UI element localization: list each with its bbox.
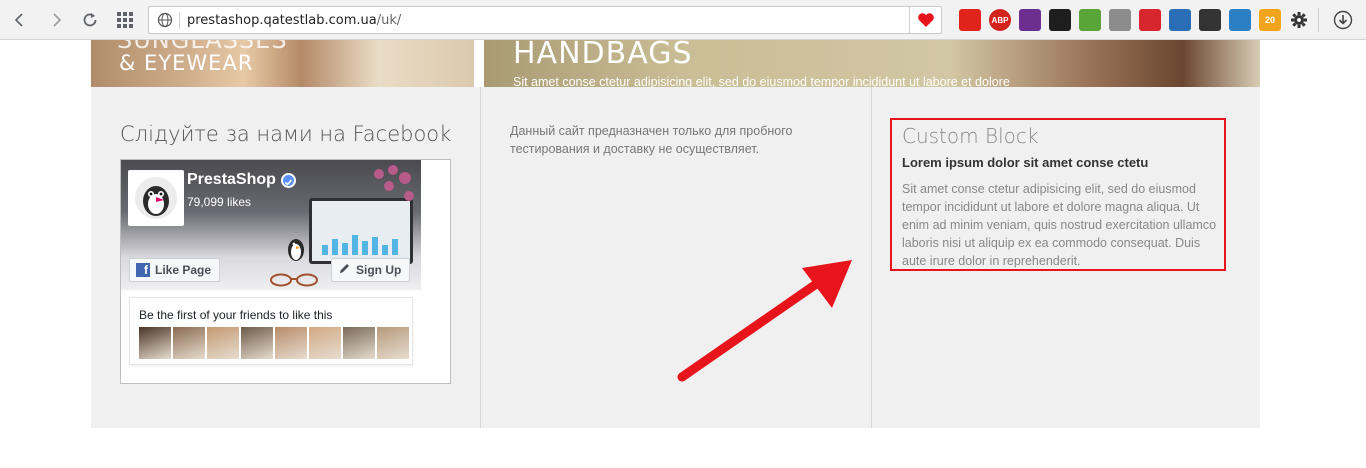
world-extension-icon[interactable] [1109,9,1131,31]
banner-left-subtitle: & EYEWEAR [119,51,254,75]
friend-avatar[interactable] [343,327,375,359]
opera-extension-icon[interactable] [959,9,981,31]
toolbar-divider [1318,8,1319,32]
url-text[interactable]: prestashop.qatestlab.com.ua/uk/ [187,13,401,28]
friend-avatar[interactable] [241,327,273,359]
facebook-heading: Слідуйте за нами на Facebook [120,122,452,146]
address-divider [179,12,180,29]
red-annotation-arrow [677,260,852,382]
like-page-label: Like Page [155,263,212,277]
book-extension-icon[interactable] [1169,9,1191,31]
facebook-cover[interactable]: PrestaShop 79,099 likes f Like Page Sign… [121,160,421,290]
address-bar[interactable]: prestashop.qatestlab.com.ua/uk/ [148,6,942,34]
sign-up-label: Sign Up [356,263,402,277]
custom-block-title: Custom Block [902,124,1039,148]
globe-extension-icon[interactable] [1229,9,1251,31]
footer-divider [871,87,872,428]
reload-icon[interactable] [78,8,102,32]
weather-extension-icon[interactable]: 20 [1259,9,1281,31]
facebook-widget: PrestaShop 79,099 likes f Like Page Sign… [120,159,451,384]
facebook-f-icon: f [136,263,150,277]
gear-icon[interactable] [1287,8,1311,32]
url-host: prestashop.qatestlab.com.ua [187,13,377,28]
download-icon[interactable] [1331,8,1355,32]
custom-block-highlight: Custom Block Lorem ipsum dolor sit amet … [890,118,1226,271]
custom-block-subtitle: Lorem ipsum dolor sit amet conse ctetu [902,155,1149,170]
friend-avatar[interactable] [139,327,171,359]
friends-like-text: Be the first of your friends to like thi… [139,308,333,322]
disclaimer-text: Данный сайт предназначен только для проб… [510,124,793,156]
shield-extension-icon[interactable] [1139,9,1161,31]
flower-decoration-icon [369,164,417,208]
friend-avatar[interactable] [173,327,205,359]
friend-avatar[interactable] [309,327,341,359]
facebook-page-name[interactable]: PrestaShop [187,171,276,189]
notes-extension-icon[interactable] [1049,9,1071,31]
globe-icon[interactable] [157,12,173,28]
friend-avatar[interactable] [377,327,409,359]
sync-extension-icon[interactable] [1079,9,1101,31]
pencil-icon [338,262,351,278]
sign-up-button[interactable]: Sign Up [331,258,411,282]
footer-divider [480,87,481,428]
facebook-friends-box: Be the first of your friends to like thi… [129,297,413,365]
browser-toolbar: prestashop.qatestlab.com.ua/uk/ ABP 20 [0,0,1366,40]
friend-avatar[interactable] [275,327,307,359]
friend-avatar[interactable] [207,327,239,359]
adblock-plus-icon[interactable]: ABP [989,9,1011,31]
back-arrow-icon[interactable] [8,8,32,32]
cross-extension-icon[interactable] [1019,9,1041,31]
heart-icon[interactable] [909,7,941,33]
glasses-icon [269,273,321,287]
url-path: /uk/ [376,13,402,28]
forward-arrow-icon[interactable] [44,8,68,32]
verified-badge-icon [281,173,296,188]
prestashop-logo[interactable] [128,170,184,226]
penguin-mascot-icon [286,236,306,262]
like-page-button[interactable]: f Like Page [129,258,221,282]
banner-right-title: HANDBAGS [513,40,693,71]
facebook-likes-count: 79,099 likes [187,195,252,209]
apps-grid-icon[interactable] [113,8,137,32]
headphones-extension-icon[interactable] [1199,9,1221,31]
custom-block-body: Sit amet conse ctetur adipisicing elit, … [902,182,1217,268]
